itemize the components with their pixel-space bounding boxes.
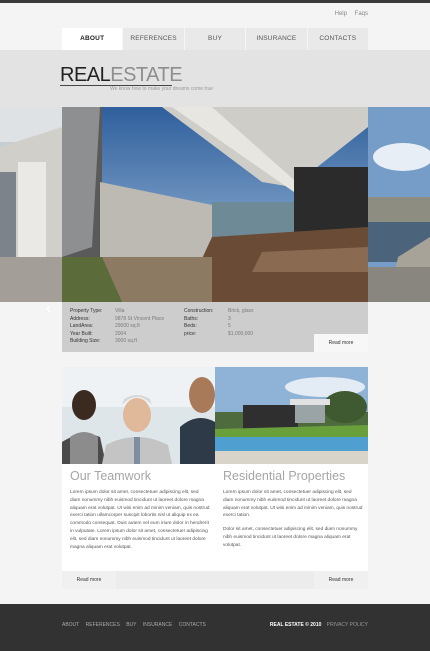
- footer-link-buy[interactable]: BUY: [126, 622, 136, 628]
- footer-link-references[interactable]: REFERENCES: [86, 622, 120, 628]
- footer-link-contacts[interactable]: CONTACTS: [179, 622, 206, 628]
- detail-value: Villa: [115, 308, 125, 314]
- table-row: Construction: Brick, glass: [184, 308, 254, 316]
- detail-label: Property Type:: [70, 308, 103, 314]
- tab-contacts[interactable]: CONTACTS: [306, 28, 369, 50]
- tab-about[interactable]: ABOUT: [62, 28, 123, 50]
- footer-brand: REAL ESTATE © 2010: [269, 622, 322, 628]
- detail-label: LandArea:: [70, 323, 94, 329]
- slider-prev-arrow[interactable]: ‹: [46, 300, 51, 318]
- detail-label: Address:: [70, 315, 90, 322]
- table-row: price: $1,000,000: [184, 331, 254, 339]
- table-row: Baths: 3: [184, 316, 254, 324]
- logo-estate: ESTATE: [110, 64, 183, 86]
- property-details-right: Construction: Brick, glass Baths: 3 Beds: 5…: [184, 308, 254, 338]
- table-row: Beds: 5: [184, 323, 254, 331]
- tagline: We know how to make your dreams come tru…: [110, 86, 214, 92]
- top-links: Help Faqs: [329, 11, 368, 17]
- footer-link-about[interactable]: ABOUT: [62, 622, 79, 628]
- table-row: Property Type: Villa: [70, 308, 164, 316]
- residential-image: [215, 367, 368, 464]
- faqs-link[interactable]: Faqs: [355, 11, 368, 17]
- residential-text-2: Dolor sit amet, consectetuer adipiscing …: [223, 527, 358, 548]
- tab-buy[interactable]: BUY: [183, 28, 246, 50]
- detail-label: Beds:: [184, 323, 197, 329]
- tab-references[interactable]: REFERENCES: [122, 28, 184, 50]
- detail-label: Construction:: [184, 308, 214, 314]
- teamwork-title: Our Teamwork: [70, 469, 152, 483]
- table-row: Building Size: 3000 sq.ft: [70, 338, 164, 346]
- footer-link-insurance[interactable]: INSURANCE: [143, 622, 172, 628]
- logo[interactable]: REALESTATE: [60, 64, 183, 87]
- detail-value: 9878 St Vincent Place: [115, 315, 165, 322]
- detail-value: $1,000,000: [228, 330, 254, 337]
- detail-value: Brick, glass: [228, 308, 254, 314]
- table-row: LandArea: 29000 sq.ft: [70, 323, 164, 331]
- residential-column: Residential Properties Lorem ipsum dolor…: [215, 367, 368, 589]
- detail-value: 5: [228, 323, 231, 329]
- teamwork-read-more-button[interactable]: Read more: [62, 571, 116, 589]
- detail-label: Year Built:: [70, 330, 93, 337]
- slide-next-image[interactable]: [368, 107, 430, 302]
- detail-label: Building Size:: [70, 338, 101, 344]
- footer-nav: ABOUT REFERENCES BUY INSURANCE CONTACTS: [62, 622, 211, 628]
- detail-label: Baths:: [184, 315, 199, 322]
- residential-title: Residential Properties: [223, 469, 346, 483]
- main-nav: ABOUT REFERENCES BUY INSURANCE CONTACTS: [62, 28, 369, 50]
- property-read-more-button[interactable]: Read more: [314, 334, 368, 352]
- detail-value: 29000 sq.ft: [115, 323, 140, 329]
- detail-label: price:: [184, 330, 197, 337]
- help-link[interactable]: Help: [335, 11, 347, 17]
- image-slider[interactable]: ‹: [0, 107, 430, 317]
- property-details-left: Property Type: Villa Address: 9878 St Vinc…: [70, 308, 164, 346]
- detail-value: 2004: [115, 330, 127, 337]
- content-columns: Our Teamwork Lorem ipsum dolor sit amet,…: [62, 367, 368, 589]
- detail-value: 3000 sq.ft: [115, 338, 137, 344]
- privacy-policy-link[interactable]: PRIVACY POLICY: [327, 622, 368, 628]
- footer-copyright: REAL ESTATE © 2010 PRIVACY POLICY: [270, 622, 368, 628]
- teamwork-text: Lorem ipsum dolor sit amet, consectetuer…: [70, 490, 210, 550]
- table-row: Year Built: 2004: [70, 331, 164, 339]
- table-row: Address: 9878 St Vincent Place: [70, 316, 164, 324]
- slide-prev-image[interactable]: [0, 107, 62, 302]
- logo-real: REAL: [60, 64, 111, 86]
- top-bar: [0, 0, 430, 3]
- footer: ABOUT REFERENCES BUY INSURANCE CONTACTS …: [0, 604, 430, 651]
- residential-read-more-button[interactable]: Read more: [314, 571, 368, 589]
- slide-main-image: [62, 107, 368, 302]
- residential-text-1: Lorem ipsum dolor sit amet, consectetuer…: [223, 490, 363, 519]
- teamwork-column: Our Teamwork Lorem ipsum dolor sit amet,…: [62, 367, 215, 589]
- detail-value: 3: [228, 315, 231, 322]
- teamwork-image: [62, 367, 215, 464]
- tab-insurance[interactable]: INSURANCE: [245, 28, 307, 50]
